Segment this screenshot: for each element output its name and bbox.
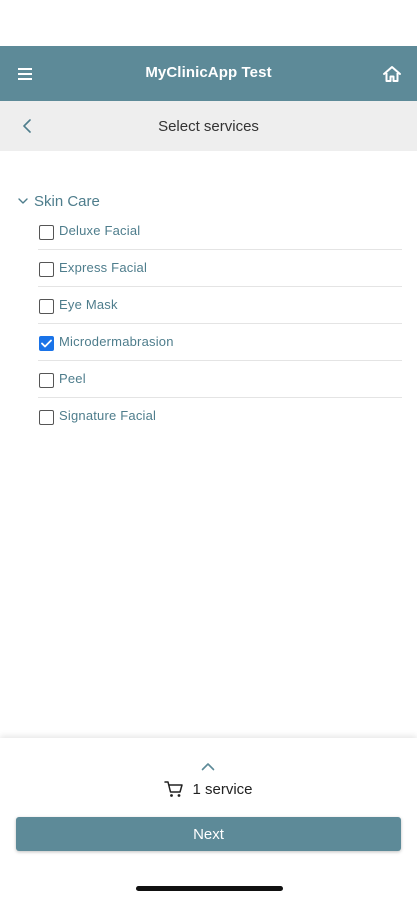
service-item-microdermabrasion[interactable]: Microdermabrasion: [38, 324, 402, 361]
service-item-signature-facial[interactable]: Signature Facial: [38, 398, 402, 435]
expand-cart-button[interactable]: [196, 758, 220, 774]
service-checkbox[interactable]: [39, 410, 54, 425]
service-item-eye-mask[interactable]: Eye Mask: [38, 287, 402, 324]
service-checkbox[interactable]: [39, 225, 54, 240]
service-item-deluxe-facial[interactable]: Deluxe Facial: [38, 213, 402, 250]
home-indicator: [136, 886, 283, 891]
category-label: Skin Care: [34, 192, 100, 210]
service-checkbox[interactable]: [39, 373, 54, 388]
service-label: Signature Facial: [59, 408, 157, 423]
category-skin-care[interactable]: Skin Care: [18, 191, 100, 211]
service-label: Eye Mask: [59, 297, 118, 312]
home-button[interactable]: [377, 59, 407, 89]
home-icon: [383, 66, 401, 82]
cart-count: 1 service: [192, 780, 253, 798]
service-checkbox[interactable]: [39, 336, 54, 351]
service-label: Peel: [59, 371, 86, 386]
page-header: Select services: [0, 101, 417, 151]
app-title: MyClinicApp Test: [145, 64, 272, 81]
service-label: Microdermabrasion: [59, 334, 174, 349]
service-checkbox[interactable]: [39, 262, 54, 277]
checkmark-icon: [41, 339, 52, 348]
chevron-down-icon: [18, 196, 28, 206]
app-screen: MyClinicApp Test Select services Skin Ca…: [0, 0, 417, 900]
service-label: Express Facial: [59, 260, 148, 275]
cart-summary[interactable]: 1 service: [0, 780, 417, 798]
cart-footer: 1 service Next: [0, 738, 417, 900]
app-header: MyClinicApp Test: [0, 46, 417, 101]
status-bar: [0, 0, 417, 46]
page-title: Select services: [158, 118, 259, 135]
next-button[interactable]: Next: [16, 817, 401, 851]
service-item-express-facial[interactable]: Express Facial: [38, 250, 402, 287]
service-label: Deluxe Facial: [59, 223, 141, 238]
chevron-up-icon: [201, 762, 215, 770]
service-item-peel[interactable]: Peel: [38, 361, 402, 398]
service-list: Deluxe Facial Express Facial Eye Mask Mi…: [38, 213, 402, 435]
cart-icon: [164, 781, 184, 797]
service-checkbox[interactable]: [39, 299, 54, 314]
